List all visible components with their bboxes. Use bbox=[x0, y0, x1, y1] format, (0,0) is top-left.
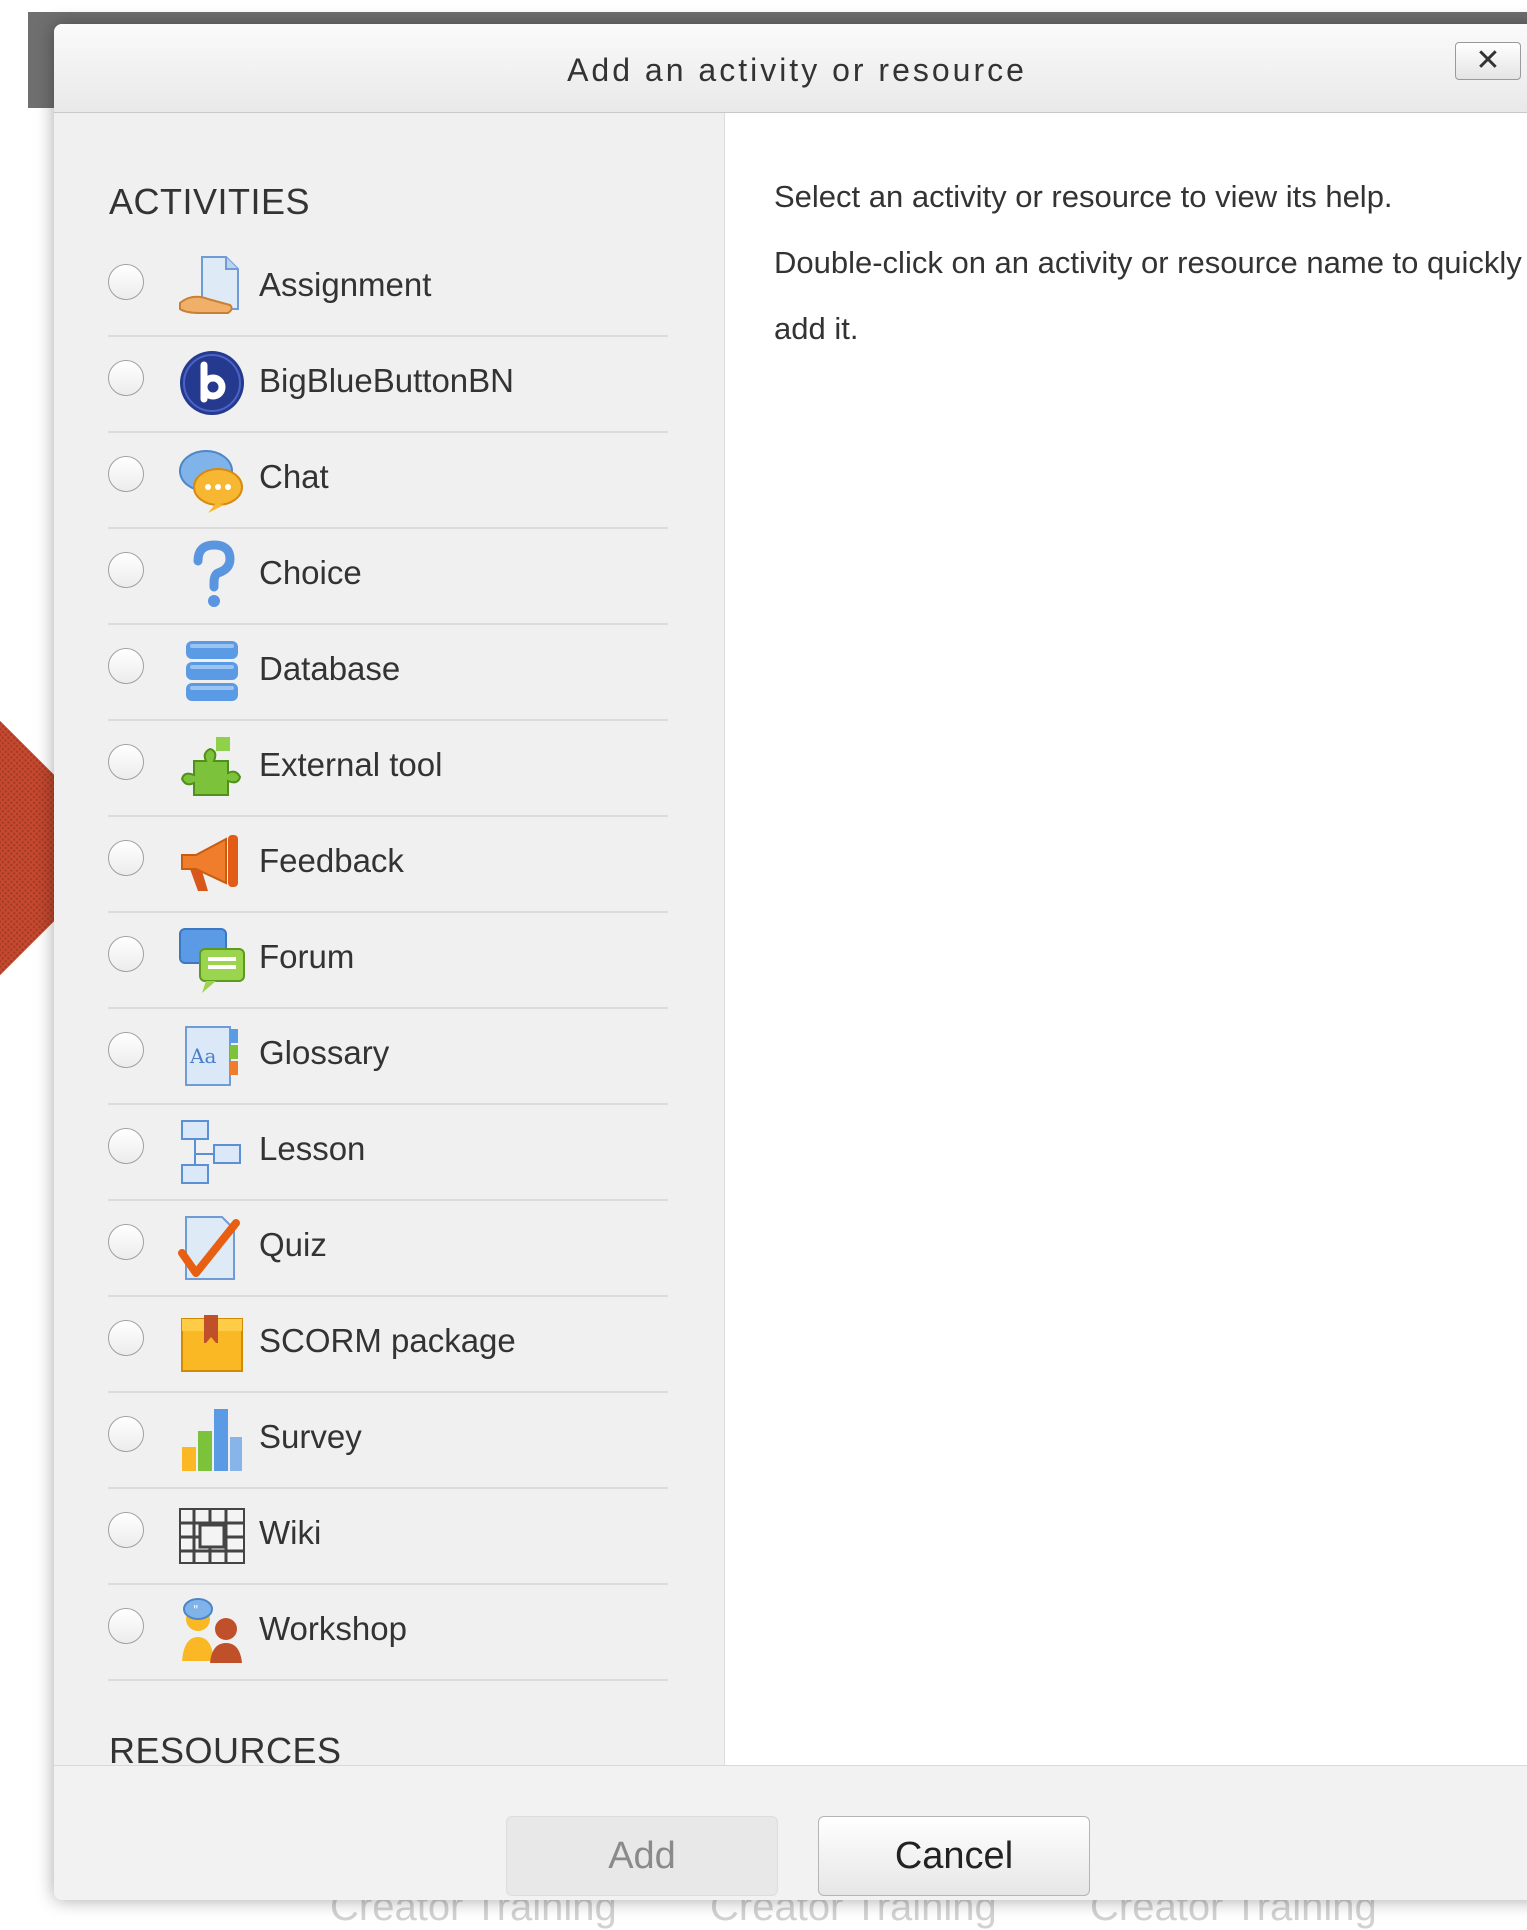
option-chat[interactable]: Chat bbox=[108, 433, 668, 529]
cancel-button[interactable]: Cancel bbox=[818, 1816, 1090, 1896]
workshop-icon: " bbox=[176, 1595, 248, 1667]
option-label: Feedback bbox=[259, 842, 404, 879]
dialog-footer: Add Cancel bbox=[54, 1765, 1527, 1900]
glossary-icon: Aa bbox=[176, 1019, 248, 1091]
option-quiz[interactable]: Quiz bbox=[108, 1201, 668, 1297]
feedback-icon bbox=[176, 827, 248, 899]
option-survey[interactable]: Survey bbox=[108, 1393, 668, 1489]
option-glossary[interactable]: Aa Glossary bbox=[108, 1009, 668, 1105]
option-assignment[interactable]: Assignment bbox=[108, 241, 668, 337]
option-label: SCORM package bbox=[259, 1322, 516, 1359]
radio-button[interactable] bbox=[108, 1032, 144, 1068]
radio-button[interactable] bbox=[108, 360, 144, 396]
option-label: BigBlueButtonBN bbox=[259, 362, 514, 399]
radio-button[interactable] bbox=[108, 456, 144, 492]
radio-button[interactable] bbox=[108, 552, 144, 588]
radio-button[interactable] bbox=[108, 744, 144, 780]
add-button[interactable]: Add bbox=[506, 1816, 778, 1896]
option-external-tool[interactable]: External tool bbox=[108, 721, 668, 817]
radio-button[interactable] bbox=[108, 1416, 144, 1452]
radio-button[interactable] bbox=[108, 840, 144, 876]
radio-button[interactable] bbox=[108, 1320, 144, 1356]
option-forum[interactable]: Forum bbox=[108, 913, 668, 1009]
option-database[interactable]: Database bbox=[108, 625, 668, 721]
option-scorm-package[interactable]: SCORM package bbox=[108, 1297, 668, 1393]
help-text: Select an activity or resource to view i… bbox=[774, 179, 1393, 214]
option-label: Assignment bbox=[259, 266, 432, 303]
database-icon bbox=[176, 635, 248, 707]
activities-heading: ACTIVITIES bbox=[109, 181, 311, 222]
dialog-title: Add an activity or resource bbox=[567, 52, 1027, 88]
help-text: Double-click on an activity or resource … bbox=[774, 245, 1522, 346]
radio-button[interactable] bbox=[108, 648, 144, 684]
options-panel[interactable]: ACTIVITIES Assignment BigBlueButtonBN Ch… bbox=[54, 113, 725, 1765]
option-workshop[interactable]: " Workshop bbox=[108, 1585, 668, 1681]
bigbluebutton-icon bbox=[176, 347, 248, 419]
external-tool-icon bbox=[176, 731, 248, 803]
resources-heading: RESOURCES bbox=[109, 1730, 342, 1765]
option-label: Choice bbox=[259, 554, 362, 591]
option-label: Forum bbox=[259, 938, 355, 975]
quiz-icon bbox=[176, 1211, 248, 1283]
option-choice[interactable]: Choice bbox=[108, 529, 668, 625]
option-lesson[interactable]: Lesson bbox=[108, 1105, 668, 1201]
option-wiki[interactable]: Wiki bbox=[108, 1489, 668, 1585]
svg-text:Aa: Aa bbox=[189, 1044, 216, 1068]
option-label: Glossary bbox=[259, 1034, 390, 1071]
radio-button[interactable] bbox=[108, 1608, 144, 1644]
option-label: External tool bbox=[259, 746, 443, 783]
dialog-header: Add an activity or resource ✕ bbox=[54, 24, 1527, 113]
help-panel: Select an activity or resource to view i… bbox=[774, 164, 1527, 362]
option-label: Survey bbox=[259, 1418, 362, 1455]
wiki-icon bbox=[176, 1499, 248, 1571]
option-label: Quiz bbox=[259, 1226, 327, 1263]
lesson-icon bbox=[176, 1115, 248, 1187]
radio-button[interactable] bbox=[108, 1128, 144, 1164]
option-bigbluebuttonbn[interactable]: BigBlueButtonBN bbox=[108, 337, 668, 433]
forum-icon bbox=[176, 923, 248, 995]
option-feedback[interactable]: Feedback bbox=[108, 817, 668, 913]
close-button[interactable]: ✕ bbox=[1455, 42, 1521, 80]
activity-chooser-dialog: Add an activity or resource ✕ ACTIVITIES… bbox=[54, 24, 1527, 1900]
survey-icon bbox=[176, 1403, 248, 1475]
scorm-package-icon bbox=[176, 1307, 248, 1379]
assignment-icon bbox=[176, 251, 248, 323]
option-label: Wiki bbox=[259, 1514, 322, 1551]
option-label: Database bbox=[259, 650, 401, 687]
choice-icon bbox=[176, 539, 248, 611]
svg-text:": " bbox=[193, 1603, 199, 1617]
option-label: Workshop bbox=[259, 1610, 407, 1647]
chat-icon bbox=[176, 443, 248, 515]
option-label: Chat bbox=[259, 458, 329, 495]
option-label: Lesson bbox=[259, 1130, 366, 1167]
radio-button[interactable] bbox=[108, 936, 144, 972]
radio-button[interactable] bbox=[108, 264, 144, 300]
radio-button[interactable] bbox=[108, 1224, 144, 1260]
radio-button[interactable] bbox=[108, 1512, 144, 1548]
